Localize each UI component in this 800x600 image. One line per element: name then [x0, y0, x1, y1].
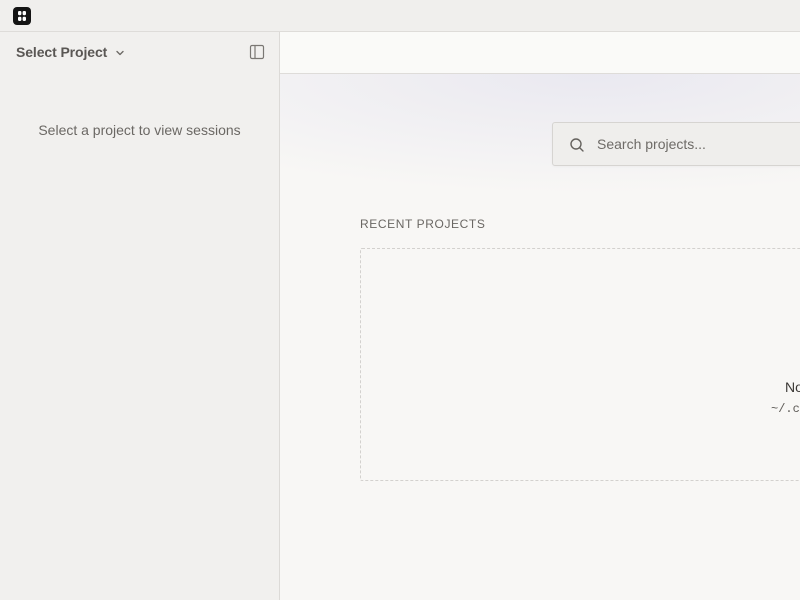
recent-projects-empty-state: No ~/.c	[360, 248, 800, 481]
chevron-down-icon	[115, 47, 125, 58]
search-input[interactable]	[597, 123, 797, 165]
app-logo-icon[interactable]	[13, 7, 31, 25]
search-icon	[569, 137, 585, 153]
search-box[interactable]	[552, 122, 800, 166]
main-header	[280, 32, 800, 74]
main-panel: RECENT PROJECTS No ~/.c	[280, 32, 800, 600]
empty-state-path: ~/.c	[771, 402, 800, 416]
empty-sessions-message: Select a project to view sessions	[38, 122, 241, 138]
project-selector-label: Select Project	[16, 44, 108, 60]
empty-state-title: No	[785, 379, 800, 395]
recent-projects-title: RECENT PROJECTS	[360, 217, 486, 231]
project-selector[interactable]: Select Project	[16, 44, 125, 60]
sidebar: Select Project Select a project to view …	[0, 32, 280, 600]
sidebar-panel-icon[interactable]	[249, 44, 265, 60]
main-body: RECENT PROJECTS No ~/.c	[280, 74, 800, 600]
title-bar	[0, 0, 800, 32]
